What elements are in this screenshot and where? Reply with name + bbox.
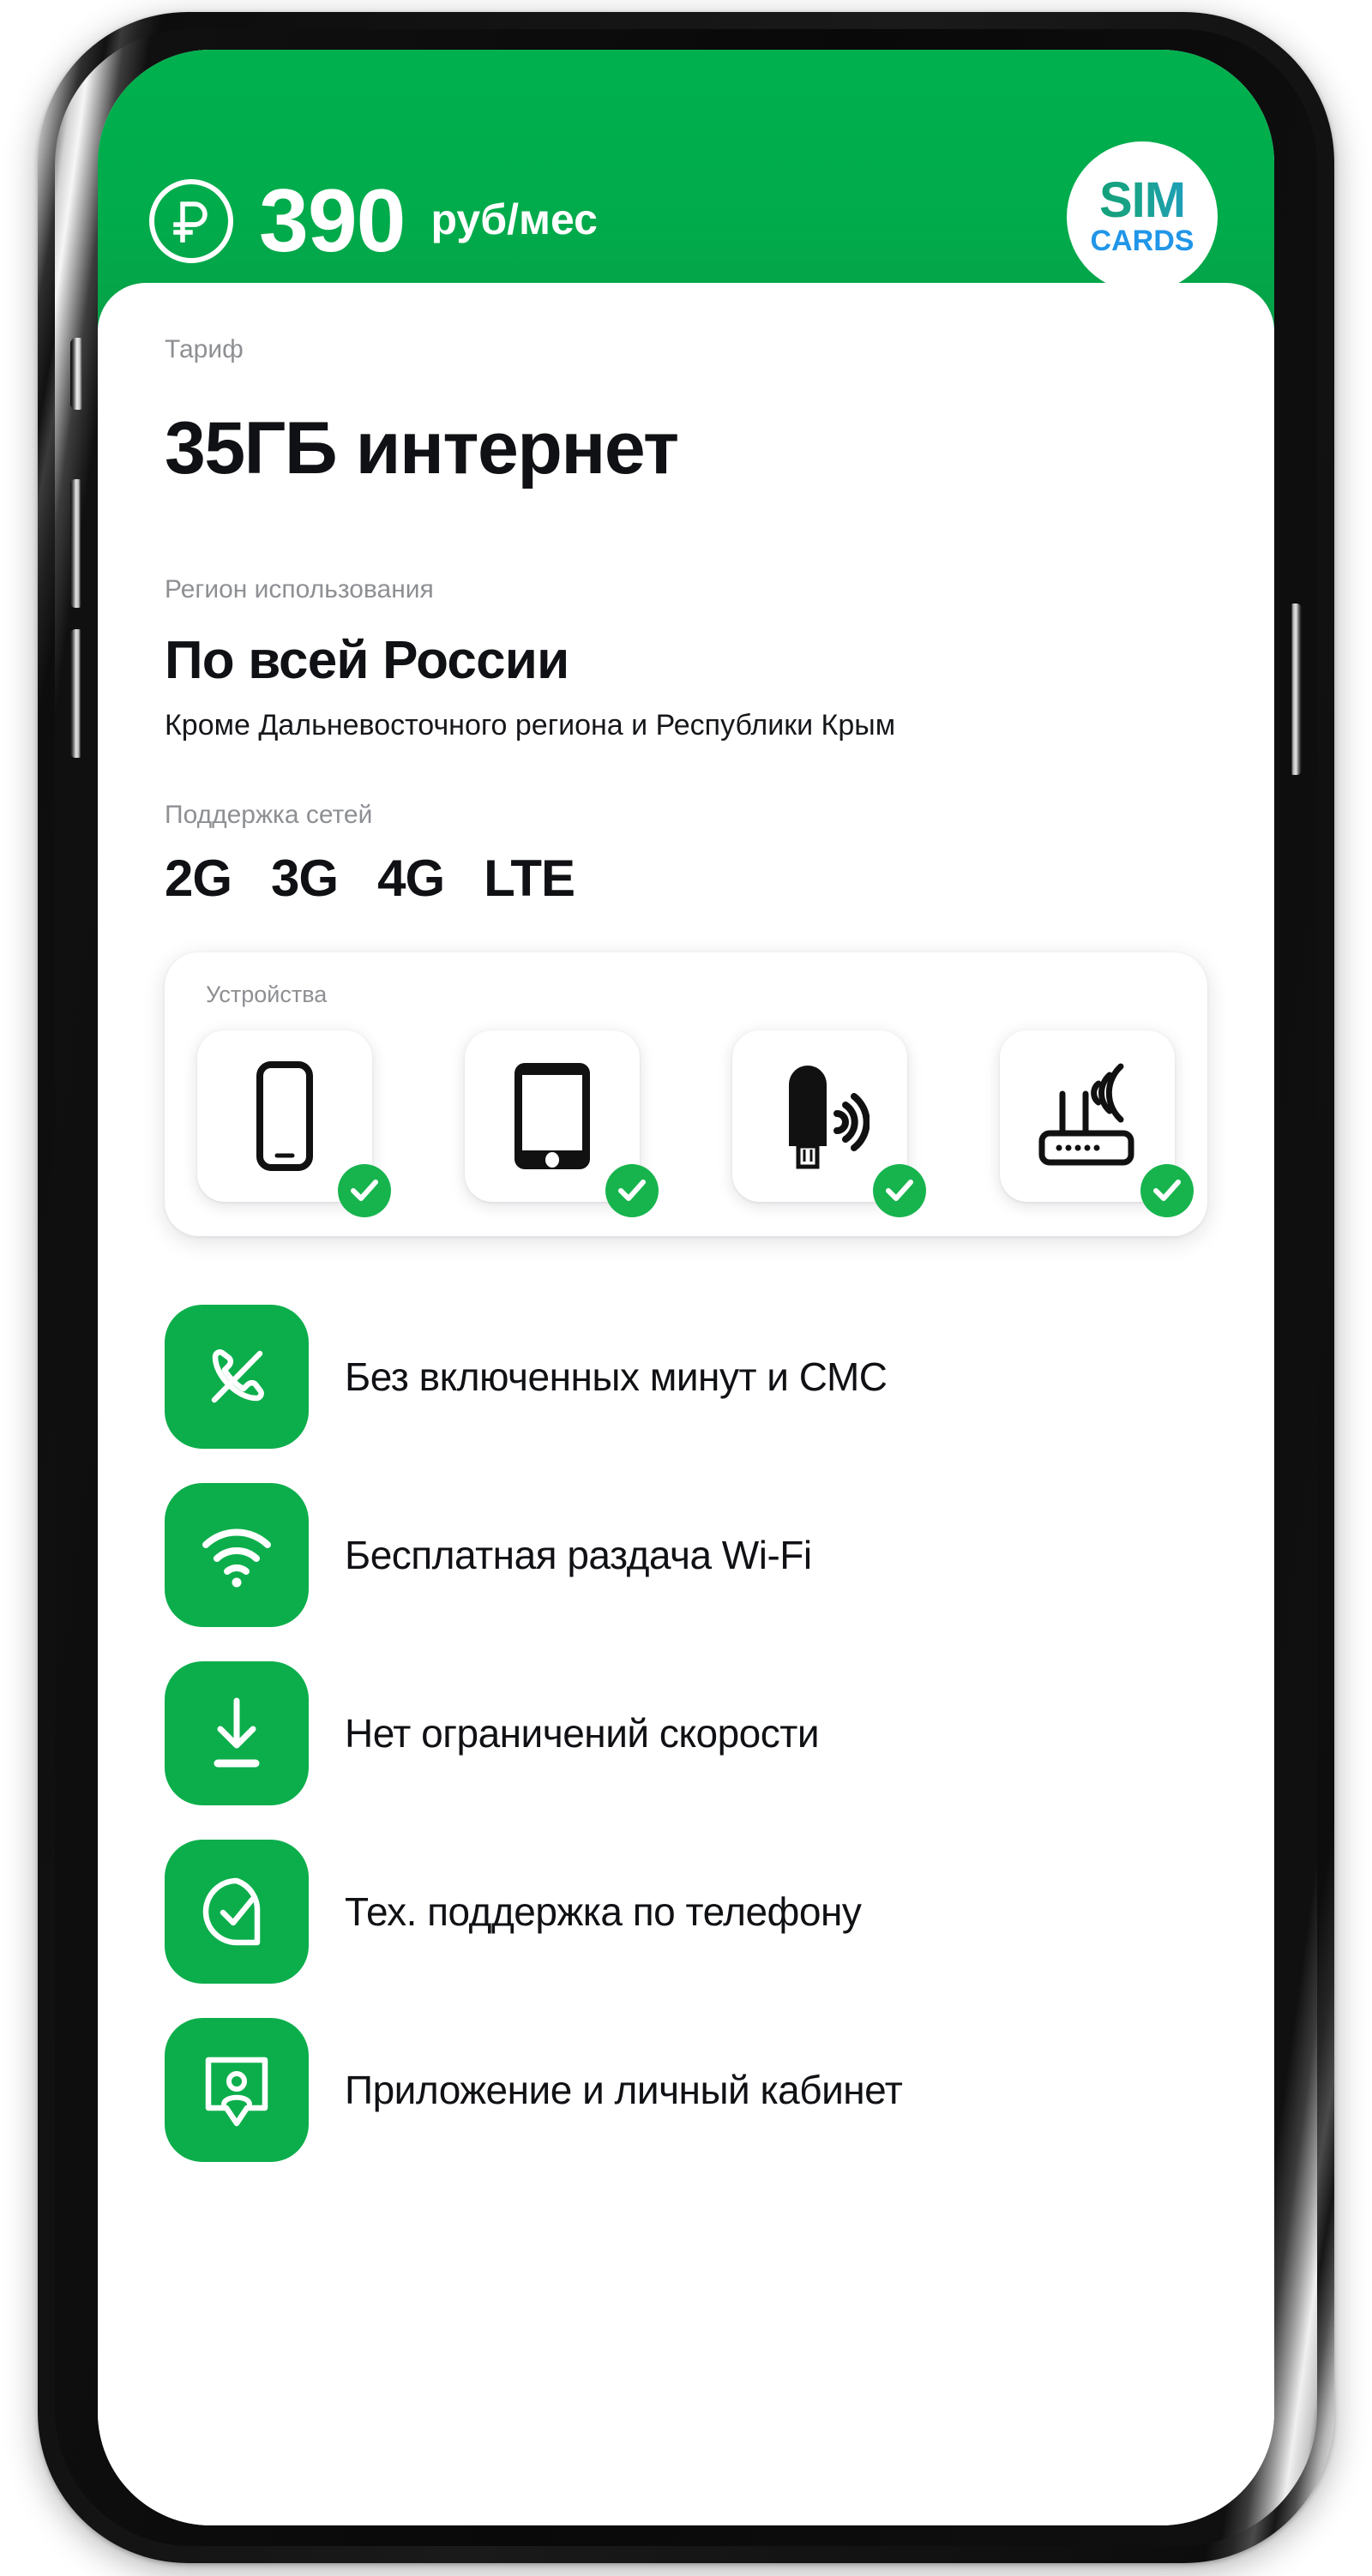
wifi-icon: [165, 1483, 309, 1628]
tariff-value: 35ГБ интернет: [165, 407, 679, 489]
price-group: 390 руб/мес: [149, 117, 598, 266]
feature-row-phone-support: Тех. поддержка по телефону: [165, 1840, 1207, 1985]
feature-row-no-minutes: Без включенных минут и СМС: [165, 1305, 1207, 1450]
features-list: Без включенных минут и СМС Бесплатная ра…: [165, 1305, 1207, 2213]
smartphone-outline-icon: [256, 1061, 313, 1172]
tariff-details-sheet: Тариф 35ГБ интернет Регион использования…: [98, 283, 1274, 2525]
phone-device-frame: 390 руб/мес SIM CARDS Тариф 35ГБ интерне…: [38, 12, 1334, 2563]
feature-label: Приложение и личный кабинет: [345, 2067, 903, 2112]
check-icon: [605, 1164, 659, 1218]
network-chip-3g: 3G: [271, 850, 339, 908]
check-icon: [338, 1164, 391, 1218]
region-value: По всей России: [165, 631, 569, 690]
networks-block: Поддержка сетей 2G 3G 4G LTE: [165, 800, 1207, 904]
feature-row-free-wifi: Бесплатная раздача Wi-Fi: [165, 1483, 1207, 1628]
user-card-icon: [165, 2018, 309, 2163]
networks-label: Поддержка сетей: [165, 801, 373, 830]
device-tile-tablet[interactable]: [465, 1030, 659, 1218]
wifi-router-icon: [1033, 1061, 1141, 1171]
usb-modem-icon: [770, 1060, 870, 1172]
phone-mute-switch[interactable]: [70, 338, 82, 410]
ruble-circle-icon: [149, 179, 233, 263]
phone-volume-down-button[interactable]: [70, 629, 81, 758]
devices-label: Устройства: [206, 982, 328, 1008]
feature-label: Без включенных минут и СМС: [345, 1354, 888, 1399]
feature-row-no-speed-limit: Нет ограничений скорости: [165, 1661, 1207, 1806]
phone-screen: 390 руб/мес SIM CARDS Тариф 35ГБ интерне…: [98, 50, 1274, 2525]
logo-text-cards: CARDS: [1090, 224, 1194, 257]
devices-row: [194, 1030, 1194, 1218]
sim-cards-logo: SIM CARDS: [1067, 141, 1218, 292]
feature-label: Тех. поддержка по телефону: [345, 1888, 862, 1934]
networks-row: 2G 3G 4G LTE: [165, 853, 1207, 904]
phone-volume-up-button[interactable]: [70, 479, 81, 608]
download-arrow-icon: [165, 1661, 309, 1806]
tariff-block: Тариф 35ГБ интернет: [165, 334, 1207, 485]
tablet-icon: [513, 1061, 592, 1171]
check-icon: [1140, 1164, 1194, 1218]
region-label: Регион использования: [165, 575, 434, 603]
phone-power-button[interactable]: [1291, 603, 1302, 775]
tariff-label: Тариф: [165, 335, 244, 363]
device-tile-usb-modem[interactable]: [732, 1030, 926, 1218]
network-chip-4g: 4G: [377, 850, 445, 908]
check-icon: [873, 1164, 926, 1218]
devices-card: Устройства: [165, 952, 1207, 1237]
logo-text-sim: SIM: [1098, 171, 1186, 228]
phone-off-icon: [165, 1305, 309, 1450]
network-chip-lte: LTE: [484, 850, 575, 908]
region-note: Кроме Дальневосточного региона и Республ…: [165, 709, 896, 742]
feature-label: Нет ограничений скорости: [345, 1710, 820, 1756]
feature-label: Бесплатная раздача Wi-Fi: [345, 1532, 812, 1577]
region-block: Регион использования По всей России Кром…: [165, 574, 1207, 742]
price-unit: руб/мес: [430, 195, 598, 243]
network-chip-2g: 2G: [165, 850, 232, 908]
device-tile-smartphone[interactable]: [197, 1030, 391, 1218]
device-tile-wifi-router[interactable]: [1000, 1030, 1194, 1218]
price-amount: 390: [259, 171, 406, 271]
check-bubble-icon: [165, 1840, 309, 1985]
feature-row-app-account: Приложение и личный кабинет: [165, 2018, 1207, 2163]
